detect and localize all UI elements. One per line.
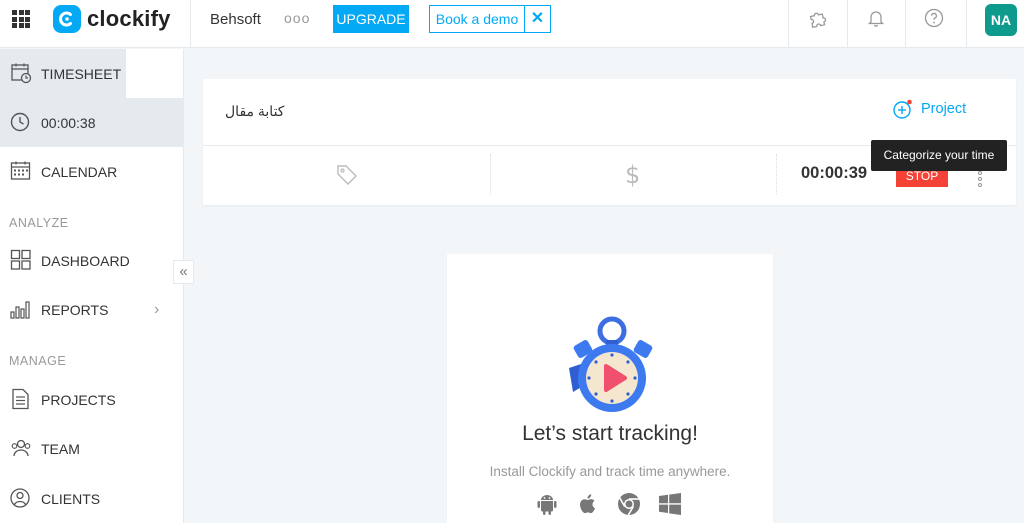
sidebar-item-calendar[interactable]: CALENDAR bbox=[0, 147, 184, 196]
workspace-more-icon[interactable]: ooo bbox=[284, 10, 310, 26]
book-demo-banner: Book a demo ✕ bbox=[429, 5, 551, 33]
sidebar-item-team[interactable]: TEAM bbox=[0, 424, 184, 473]
project-button[interactable]: Project bbox=[893, 99, 966, 119]
sidebar-item-label: REPORTS bbox=[41, 301, 109, 318]
empty-state-subtitle: Install Clockify and track time anywhere… bbox=[489, 464, 731, 479]
sidebar-item-projects[interactable]: PROJECTS bbox=[0, 375, 184, 424]
sidebar-item-clients[interactable]: CLIENTS bbox=[0, 474, 184, 523]
projects-icon bbox=[12, 388, 29, 410]
empty-state-title: Let’s start tracking! bbox=[522, 422, 698, 445]
upgrade-button[interactable]: UPGRADE bbox=[333, 5, 409, 33]
platform-links bbox=[535, 492, 682, 516]
description-input[interactable]: كتابة مقال bbox=[225, 103, 284, 120]
sidebar-item-dashboard[interactable]: DASHBOARD bbox=[0, 236, 184, 285]
sidebar-item-label: TIMESHEET bbox=[41, 65, 122, 82]
sidebar-item-label: TEAM bbox=[41, 440, 80, 457]
sidebar-item-tracker[interactable]: 00:00:38 bbox=[0, 98, 184, 147]
sidebar: TIMESHEET 00:00:38 CALENDAR ANALYZE DASH… bbox=[0, 49, 184, 523]
help-icon[interactable] bbox=[924, 8, 944, 28]
bell-icon[interactable] bbox=[866, 8, 886, 28]
calendar-icon bbox=[10, 161, 31, 180]
sidebar-item-label: 00:00:38 bbox=[41, 114, 96, 131]
clients-icon bbox=[10, 488, 30, 508]
divider bbox=[490, 154, 491, 194]
section-label-analyze: ANALYZE bbox=[9, 216, 69, 230]
add-project-icon bbox=[893, 99, 912, 119]
divider bbox=[966, 0, 967, 48]
empty-state-card: Let’s start tracking! Install Clockify a… bbox=[447, 254, 773, 523]
timesheet-icon bbox=[11, 63, 32, 84]
team-icon bbox=[11, 439, 31, 457]
divider bbox=[776, 154, 777, 194]
dashboard-icon bbox=[10, 249, 31, 270]
clock-icon bbox=[10, 112, 30, 132]
close-icon[interactable]: ✕ bbox=[525, 6, 550, 32]
sidebar-item-reports[interactable]: REPORTS › bbox=[0, 285, 184, 334]
tooltip: Categorize your time bbox=[871, 140, 1007, 171]
reports-icon bbox=[10, 301, 30, 319]
top-bar: clockify Behsoft ooo UPGRADE Book a demo… bbox=[0, 0, 1024, 48]
divider bbox=[190, 0, 191, 48]
avatar[interactable]: NA bbox=[985, 4, 1017, 36]
sidebar-item-label: CALENDAR bbox=[41, 163, 118, 180]
android-icon[interactable] bbox=[535, 492, 559, 516]
divider bbox=[788, 0, 789, 48]
project-label: Project bbox=[921, 101, 967, 117]
stopwatch-illustration-icon bbox=[569, 316, 653, 412]
apple-icon[interactable] bbox=[576, 492, 600, 516]
book-demo-button[interactable]: Book a demo bbox=[430, 6, 525, 32]
apps-grid-icon[interactable] bbox=[12, 10, 30, 28]
collapse-sidebar-button[interactable]: « bbox=[173, 260, 194, 284]
section-label-manage: MANAGE bbox=[9, 354, 67, 368]
clockify-logo-icon bbox=[53, 5, 81, 33]
more-options-icon[interactable] bbox=[978, 171, 982, 189]
divider bbox=[905, 0, 906, 48]
sidebar-item-label: CLIENTS bbox=[41, 490, 101, 507]
billable-icon[interactable]: $ bbox=[625, 161, 640, 189]
tag-icon[interactable] bbox=[336, 164, 358, 186]
sidebar-item-timesheet[interactable]: TIMESHEET bbox=[0, 49, 126, 98]
chevron-right-icon: › bbox=[154, 300, 160, 318]
brand-name: clockify bbox=[87, 6, 171, 31]
workspace-switcher[interactable]: Behsoft bbox=[210, 11, 261, 28]
windows-icon[interactable] bbox=[658, 492, 682, 516]
divider bbox=[847, 0, 848, 48]
puzzle-icon[interactable] bbox=[808, 8, 828, 28]
clockify-logo[interactable]: clockify bbox=[53, 5, 171, 33]
timer-elapsed: 00:00:39 bbox=[801, 164, 868, 182]
chrome-icon[interactable] bbox=[617, 492, 641, 516]
sidebar-item-label: DASHBOARD bbox=[41, 252, 130, 269]
sidebar-item-label: PROJECTS bbox=[41, 391, 116, 408]
